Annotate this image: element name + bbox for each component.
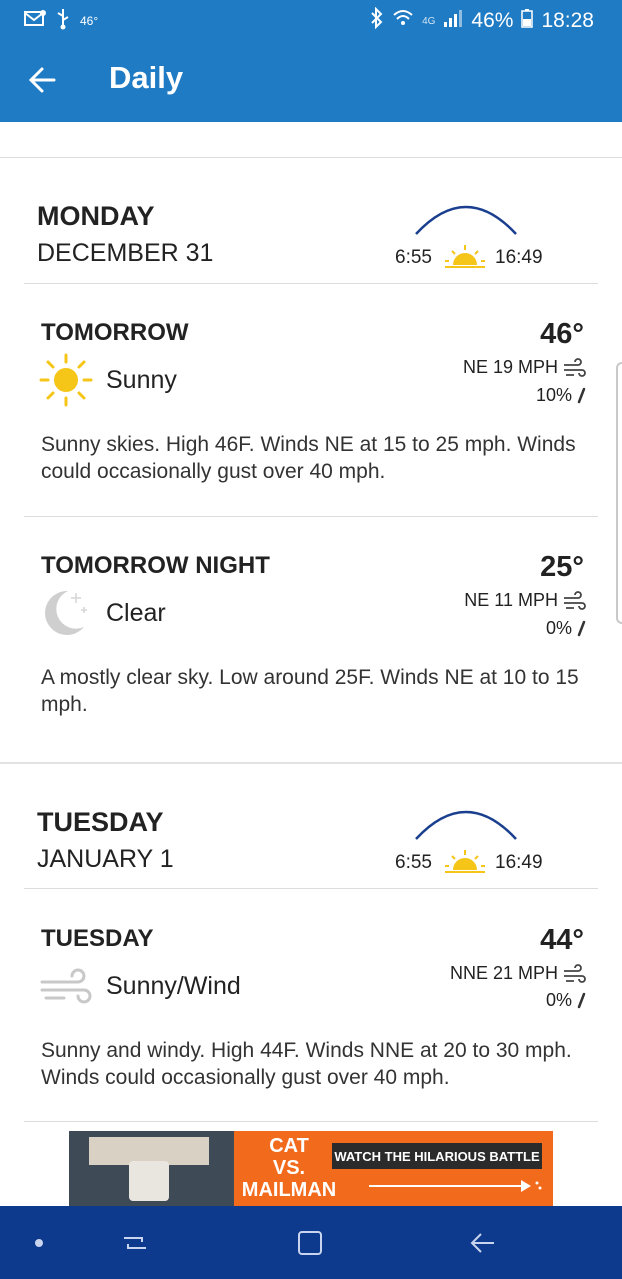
day-separator [0,762,622,764]
nav-dot-icon[interactable] [24,1228,54,1258]
day-name: TUESDAY [37,807,164,837]
ad-cta[interactable]: WATCH THE HILARIOUS BATTLE [332,1143,542,1169]
back-button[interactable] [26,60,62,100]
ad-banner[interactable]: CAT VS. MAILMAN WATCH THE HILARIOUS BATT… [69,1131,553,1207]
signal-icon [443,8,463,34]
wind-info: NNE 21 MPH [450,963,586,984]
status-left: 46° [24,8,98,33]
period-name: TOMORROW [41,319,189,346]
period-name: TUESDAY [41,925,154,952]
day-header-divider [24,888,598,889]
day-header-divider [24,283,598,284]
wind-small-icon [564,963,586,983]
ad-headline-line-2: VS. [272,1157,306,1179]
raindrop-icon [577,387,586,403]
condition-text: Sunny/Wind [106,972,241,1000]
wind-info: NE 19 MPH [463,357,586,378]
period-temperature: 25° [540,551,584,583]
wifi-icon [392,7,414,35]
sun-arc-icon [415,205,517,235]
day-name: MONDAY [37,201,155,231]
wind-speed: NE 19 MPH [462,357,558,377]
condition-text: Sunny [106,366,177,394]
period-narrative: Sunny and windy. High 44F. Winds NNE at … [41,1039,572,1089]
period-divider [24,1121,598,1122]
period-name: TOMORROW NIGHT [41,552,270,579]
day-date: DECEMBER 31 [37,239,214,267]
app-bar: Daily [0,40,622,122]
status-time: 18:28 [541,9,594,32]
ad-image-hand [129,1161,169,1201]
wind-small-icon [564,590,586,610]
ad-headline-line-3: MAILMAN [241,1179,337,1201]
precip-chance: 0% [545,990,572,1010]
precip-info: 0% [546,618,586,639]
sun-icon [39,353,93,407]
wind-info: NE 11 MPH [464,590,586,611]
status-temperature: 46° [80,13,99,28]
back-nav-icon[interactable] [468,1228,498,1258]
battery-percent: 46% [471,9,514,32]
sun-arc-icon [415,810,517,840]
sunrise-icon [445,850,485,873]
condition-text: Clear [106,599,166,627]
home-icon[interactable] [295,1228,325,1258]
wind-icon [40,968,92,1004]
day-date: JANUARY 1 [37,845,174,873]
network-type: 4G [422,15,436,27]
period-temperature: 44° [540,924,584,956]
page-title: Daily [109,60,184,95]
precip-chance: 0% [545,618,572,638]
top-divider [0,157,622,158]
ad-arrow-icon [369,1180,542,1192]
period-narrative: Sunny skies. High 46F. Winds NE at 15 to… [41,433,576,483]
raindrop-icon [577,992,586,1008]
sunrise-time: 6:55 [395,852,432,873]
mail-icon [24,10,46,31]
arrow-left-icon [28,67,56,93]
usb-icon [56,8,70,33]
period-temperature: 46° [540,318,584,350]
sunrise-icon [445,245,485,268]
bluetooth-icon [370,6,384,35]
ad-headline: CAT VS. MAILMAN [239,1135,339,1201]
recent-apps-icon[interactable] [120,1228,150,1258]
moon-icon [45,590,87,635]
precip-chance: 10% [535,385,572,405]
period-narrative: A mostly clear sky. Low around 25F. Wind… [41,666,579,716]
wind-small-icon [564,357,586,377]
edge-panel-handle[interactable] [616,362,622,624]
system-nav-bar [0,1206,622,1279]
sunrise-time: 6:55 [395,247,432,268]
period-divider [24,516,598,517]
ad-image [69,1131,234,1207]
raindrop-icon [577,620,586,636]
precip-info: 10% [536,385,586,406]
wind-speed: NE 11 MPH [464,590,558,610]
wind-speed: NNE 21 MPH [449,963,558,983]
ad-headline-line-1: CAT [269,1135,309,1157]
precip-info: 0% [546,990,586,1011]
status-right: 4G 46% 18:28 [370,6,594,35]
status-bar: 46° 4G 46% 18:28 [0,0,622,40]
sunset-time: 16:49 [495,852,543,873]
sunset-time: 16:49 [495,247,543,268]
battery-icon [521,8,534,34]
